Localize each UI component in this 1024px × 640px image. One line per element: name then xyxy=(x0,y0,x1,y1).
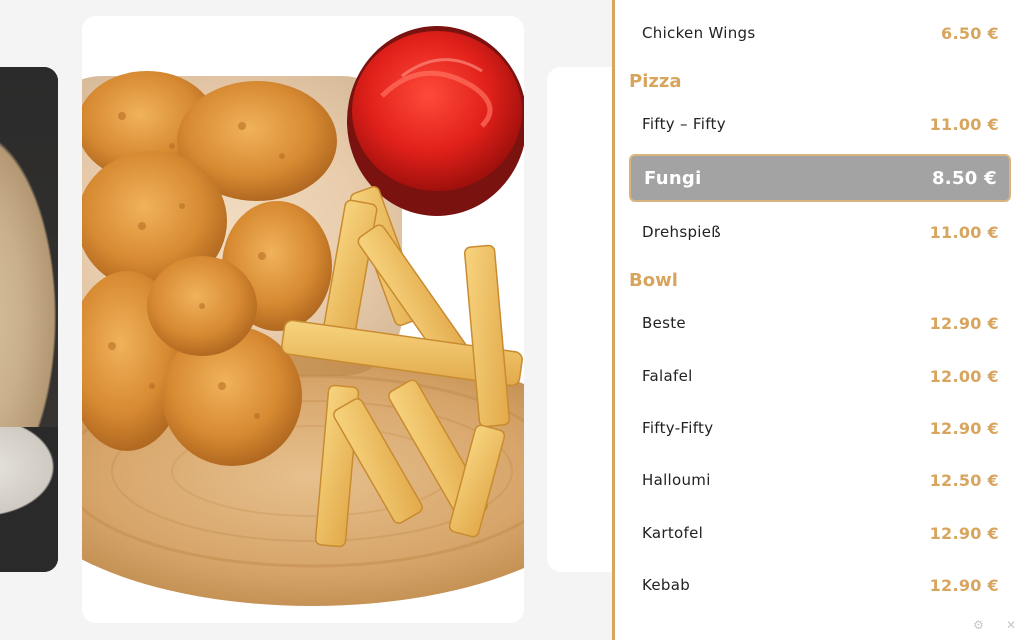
menu-item-price: 12.90 € xyxy=(929,575,999,595)
menu-item-name: Beste xyxy=(642,314,686,332)
carousel-card-previous[interactable] xyxy=(0,67,58,572)
menu-item-halloumi[interactable]: Halloumi 12.50 € xyxy=(629,457,1011,503)
menu-item-falafel[interactable]: Falafel 12.00 € xyxy=(629,353,1011,399)
menu-item-fifty-fifty[interactable]: Fifty – Fifty 11.00 € xyxy=(629,101,1011,147)
corner-controls: ⚙ ✕ xyxy=(973,618,1016,632)
carousel-card-next[interactable] xyxy=(547,67,612,572)
menu-item-name: Kartofel xyxy=(642,524,704,542)
close-icon[interactable]: ✕ xyxy=(1006,618,1016,632)
menu-item-price: 12.90 € xyxy=(929,313,999,333)
menu-item-beste[interactable]: Beste 12.90 € xyxy=(629,300,1011,346)
menu-item-chicken-wings[interactable]: Chicken Wings 6.50 € xyxy=(629,10,1011,56)
menu-item-name: Chicken Wings xyxy=(642,24,756,42)
menu-item-kebab[interactable]: Kebab 12.90 € xyxy=(629,562,1011,608)
menu-item-price: 11.00 € xyxy=(929,114,999,134)
menu-item-price: 12.90 € xyxy=(929,523,999,543)
menu-item-name: Fungi xyxy=(644,167,702,189)
menu-item-name: Drehspieß xyxy=(642,223,722,241)
menu-item-name: Halloumi xyxy=(642,471,711,489)
menu-item-name: Fifty-Fifty xyxy=(642,419,714,437)
menu-item-price: 11.00 € xyxy=(929,222,999,242)
menu-item-fungi-selected[interactable]: Fungi 8.50 € xyxy=(629,154,1011,202)
menu-item-kartofel[interactable]: Kartofel 12.90 € xyxy=(629,510,1011,556)
menu-item-price: 6.50 € xyxy=(941,23,999,43)
image-carousel[interactable] xyxy=(0,0,612,640)
carousel-card-current[interactable] xyxy=(82,16,524,623)
category-heading-bowl: Bowl xyxy=(629,270,678,291)
menu-item-name: Fifty – Fifty xyxy=(642,115,726,133)
menu-item-drehspiess[interactable]: Drehspieß 11.00 € xyxy=(629,209,1011,255)
menu-item-price: 12.90 € xyxy=(929,418,999,438)
plate-graphic xyxy=(0,427,58,572)
menu-item-name: Kebab xyxy=(642,576,691,594)
gear-icon[interactable]: ⚙ xyxy=(973,618,984,632)
menu-item-name: Falafel xyxy=(642,367,693,385)
food-photo-chicken-wings xyxy=(82,16,524,623)
category-heading-pizza: Pizza xyxy=(629,71,682,92)
menu-item-price: 12.50 € xyxy=(929,470,999,490)
menu-item-price: 8.50 € xyxy=(931,167,997,189)
menu-item-price: 12.00 € xyxy=(929,366,999,386)
menu-item-fifty-fifty-bowl[interactable]: Fifty-Fifty 12.90 € xyxy=(629,405,1011,451)
menu-panel[interactable]: Chicken Wings 6.50 € Pizza Fifty – Fifty… xyxy=(615,0,1024,640)
